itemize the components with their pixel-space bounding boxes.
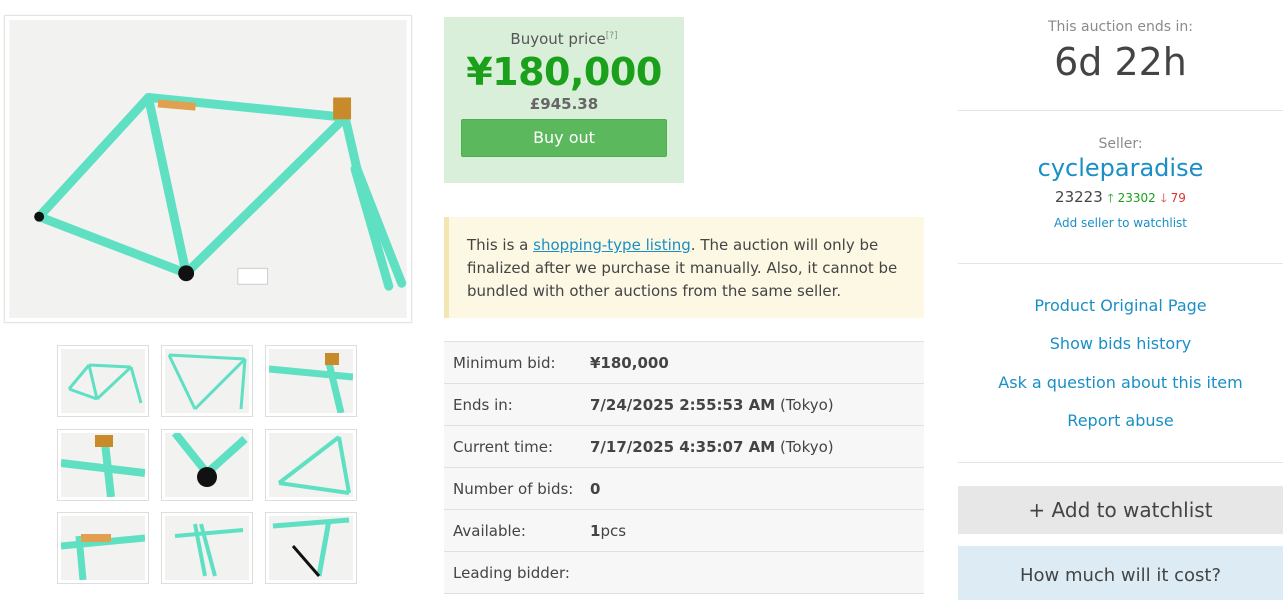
- current-timezone: (Tokyo): [775, 437, 834, 456]
- buyout-label: Buyout price[?]: [444, 30, 684, 48]
- min-bid-label: Minimum bid:: [444, 341, 590, 384]
- ends-datetime: 7/24/2025 2:55:53 AM: [590, 395, 776, 414]
- negative-rating: 🡓 79: [1161, 191, 1186, 205]
- add-seller-watchlist-link[interactable]: Add seller to watchlist: [958, 216, 1283, 230]
- min-bid-amount: ¥180,000: [590, 353, 669, 372]
- table-row: Minimum bid: ¥180,000: [444, 341, 924, 384]
- bids-count: 0: [590, 479, 601, 498]
- thumbnail-image: [269, 433, 353, 497]
- notice-prefix: This is a: [467, 236, 534, 254]
- thumbnail-1[interactable]: [57, 345, 149, 417]
- auction-ends-label: This auction ends in:: [1047, 19, 1194, 35]
- thumbnail-image: [61, 516, 145, 580]
- thumbnail-9[interactable]: [265, 512, 357, 584]
- leading-bidder-value: [590, 551, 924, 594]
- positive-count: 23302: [1117, 191, 1156, 205]
- buyout-price-gbp: £945.38: [529, 95, 599, 113]
- thumbnail-image: [61, 433, 145, 497]
- buyout-box: Buyout price[?] ¥180,000 £945.38 Buy out: [444, 17, 684, 183]
- leading-bidder-label: Leading bidder:: [444, 551, 590, 594]
- thumbnail-image: [165, 516, 249, 580]
- divider: [958, 110, 1283, 111]
- report-abuse-link[interactable]: Report abuse: [958, 411, 1283, 430]
- add-to-watchlist-button[interactable]: + Add to watchlist: [958, 486, 1283, 534]
- ends-label: Ends in:: [444, 383, 590, 426]
- arrow-down-icon: 🡓: [1160, 191, 1167, 205]
- current-datetime: 7/17/2025 4:35:07 AM: [590, 437, 776, 456]
- thumbnail-image: [165, 349, 249, 413]
- arrow-up-icon: 🡑: [1107, 191, 1114, 205]
- negative-count: 79: [1170, 191, 1186, 205]
- main-product-photo[interactable]: [4, 15, 412, 323]
- seller-name-link[interactable]: cycleparadise: [958, 154, 1283, 182]
- thumbnail-2[interactable]: [161, 345, 253, 417]
- thumbnail-image: [165, 433, 249, 497]
- divider: [958, 263, 1283, 264]
- current-time-label: Current time:: [444, 425, 590, 468]
- product-original-page-link[interactable]: Product Original Page: [958, 296, 1283, 315]
- seller-score: 23223: [1055, 188, 1103, 206]
- ask-question-link[interactable]: Ask a question about this item: [958, 373, 1283, 392]
- buyout-help-link[interactable]: [?]: [606, 31, 618, 41]
- auction-details-table: Minimum bid: ¥180,000 Ends in: 7/24/2025…: [444, 341, 924, 594]
- table-row: Leading bidder:: [444, 551, 924, 594]
- seller-rating: 23223 🡑 23302 🡓 79: [958, 188, 1283, 210]
- table-row: Available: 1pcs: [444, 509, 924, 552]
- bids-label: Number of bids:: [444, 467, 590, 510]
- thumbnail-4[interactable]: [57, 429, 149, 501]
- thumbnail-7[interactable]: [57, 512, 149, 584]
- available-count: 1: [590, 521, 601, 540]
- cost-calculator-button[interactable]: How much will it cost?: [958, 546, 1283, 600]
- show-bids-history-link[interactable]: Show bids history: [958, 334, 1283, 353]
- ends-timezone: (Tokyo): [775, 395, 834, 414]
- buy-out-button[interactable]: Buy out: [461, 119, 667, 157]
- current-time-value: 7/17/2025 4:35:07 AM (Tokyo): [590, 425, 924, 468]
- available-unit: pcs: [600, 521, 627, 540]
- auction-countdown: 6d 22h: [1054, 40, 1187, 84]
- ends-value: 7/24/2025 2:55:53 AM (Tokyo): [590, 383, 924, 426]
- thumbnail-image: [61, 349, 145, 413]
- thumbnail-image: [269, 349, 353, 413]
- shopping-listing-notice: This is a shopping-type listing. The auc…: [444, 217, 924, 318]
- thumbnail-8[interactable]: [161, 512, 253, 584]
- thumbnail-image: [269, 516, 353, 580]
- bike-frame-image: [9, 20, 407, 318]
- seller-label: Seller:: [1098, 136, 1143, 152]
- buyout-price: ¥180,000: [466, 50, 662, 94]
- table-row: Current time: 7/17/2025 4:35:07 AM (Toky…: [444, 425, 924, 468]
- bids-value: 0: [590, 467, 924, 510]
- min-bid-value: ¥180,000: [590, 341, 924, 384]
- table-row: Number of bids: 0: [444, 467, 924, 510]
- divider: [958, 462, 1283, 463]
- table-row: Ends in: 7/24/2025 2:55:53 AM (Tokyo): [444, 383, 924, 426]
- buyout-label-text: Buyout price: [510, 30, 606, 48]
- shopping-type-listing-link[interactable]: shopping-type listing: [533, 236, 691, 254]
- positive-rating: 🡑 23302: [1108, 191, 1156, 205]
- thumbnail-3[interactable]: [265, 345, 357, 417]
- available-label: Available:: [444, 509, 590, 552]
- available-value: 1pcs: [590, 509, 924, 552]
- thumbnail-5[interactable]: [161, 429, 253, 501]
- thumbnail-6[interactable]: [265, 429, 357, 501]
